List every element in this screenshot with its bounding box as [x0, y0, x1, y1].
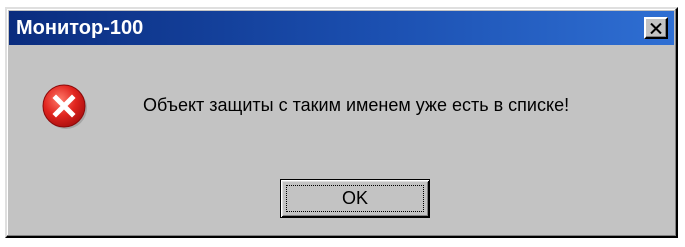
error-icon	[42, 84, 87, 129]
title-bar[interactable]: Монитор-100	[9, 11, 674, 45]
window-title: Монитор-100	[16, 16, 144, 39]
close-icon	[650, 22, 662, 34]
ok-button[interactable]: OK	[280, 179, 430, 218]
close-button[interactable]	[644, 17, 668, 39]
error-dialog: Монитор-100 Объект защиты с таким именем…	[5, 7, 678, 238]
error-message: Объект защиты с таким именем уже есть в …	[143, 95, 570, 115]
ok-button-label: OK	[341, 188, 368, 208]
